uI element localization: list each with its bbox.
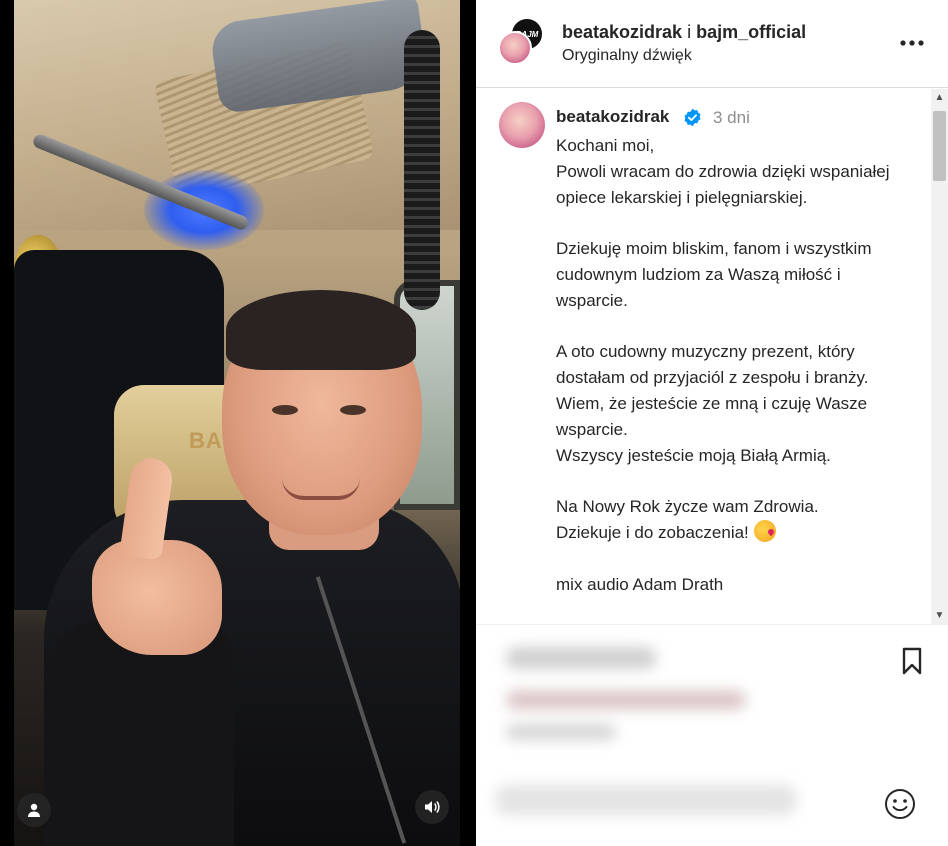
collab-separator: i (682, 22, 697, 42)
scrollbar-thumb[interactable] (933, 111, 946, 181)
caption-author-avatar[interactable] (499, 102, 545, 148)
verified-badge-icon (684, 108, 701, 127)
blurred-actions-area (476, 624, 948, 846)
blurred-action-icons (506, 647, 656, 669)
post-panel: BAJM beatakozidrak i bajm_official Orygi… (476, 0, 948, 846)
post-photo: BAJM (14, 0, 460, 846)
post-caption: Kochani moi, Powoli wracam do zdrowia dz… (556, 133, 916, 597)
scroll-down-arrow-icon[interactable]: ▼ (931, 607, 948, 624)
caption-username[interactable]: beatakozidrak (556, 107, 669, 127)
blurred-likes (506, 691, 746, 709)
username-secondary-link[interactable]: bajm_official (696, 22, 806, 42)
photo-person-hair (226, 290, 416, 370)
more-options-icon[interactable] (892, 28, 932, 58)
photo-bg-cord (404, 30, 440, 310)
author-avatar[interactable] (498, 31, 532, 65)
emoji-icon[interactable] (883, 787, 917, 821)
post-header: BAJM beatakozidrak i bajm_official Orygi… (476, 0, 948, 88)
user-tag-icon[interactable] (17, 793, 51, 827)
sound-icon[interactable] (415, 790, 449, 824)
audio-link[interactable]: Oryginalny dźwięk (562, 47, 692, 65)
username-primary-link[interactable]: beatakozidrak (562, 22, 682, 42)
post-media[interactable]: BAJM (0, 0, 476, 846)
caption-credit: mix audio Adam Drath (556, 574, 724, 594)
blurred-date (506, 725, 616, 739)
scroll-up-arrow-icon[interactable]: ▲ (931, 89, 948, 106)
photo-eye-right (340, 405, 366, 415)
caption-scrollbar[interactable]: ▲ ▼ (931, 89, 948, 624)
photo-sleeve (44, 620, 234, 846)
caption-section[interactable]: beatakozidrak 3 dni Kochani moi, Powoli … (476, 89, 931, 624)
photo-smile (282, 478, 360, 500)
bookmark-icon[interactable] (896, 645, 928, 677)
caption-text: Kochani moi, Powoli wracam do zdrowia dz… (556, 136, 890, 542)
kiss-emoji-icon (753, 519, 776, 542)
photo-eye-left (272, 405, 298, 415)
blurred-comment-input (496, 785, 796, 815)
post-time[interactable]: 3 dni (713, 108, 750, 128)
collab-usernames: beatakozidrak i bajm_official (562, 22, 806, 43)
